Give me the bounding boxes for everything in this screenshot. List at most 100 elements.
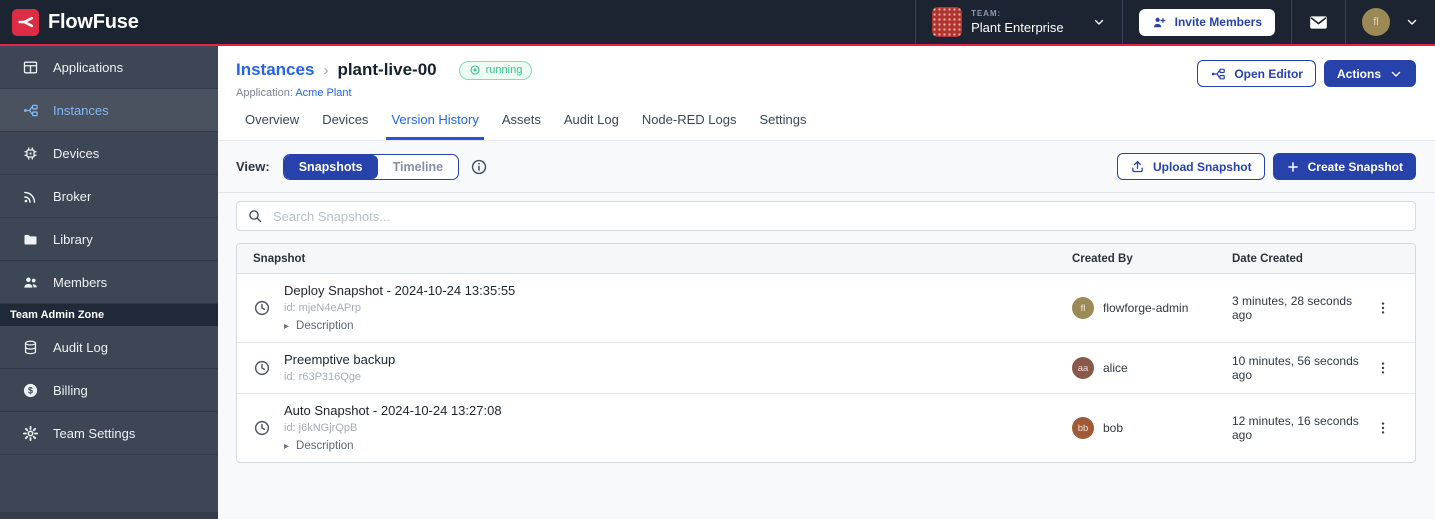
info-icon[interactable] (470, 158, 488, 176)
logo-fork-icon (16, 12, 36, 32)
tab-version-history[interactable]: Version History (386, 112, 483, 140)
view-option-snapshots[interactable]: Snapshots (284, 155, 378, 179)
sidebar-nav: Applications Instances Devices Broker Li… (0, 46, 218, 304)
team-avatar (932, 7, 962, 37)
caret-right-icon: ▸ (284, 440, 289, 453)
creator-name: alice (1103, 361, 1128, 375)
billing-icon: $ (22, 382, 39, 399)
creator-avatar: bb (1072, 417, 1094, 439)
instances-icon (22, 102, 39, 119)
chevron-down-icon (1389, 67, 1403, 81)
tab-audit-log[interactable]: Audit Log (559, 112, 624, 140)
view-option-timeline[interactable]: Timeline (378, 155, 458, 179)
tab-node-red-logs[interactable]: Node-RED Logs (637, 112, 742, 140)
broker-icon (22, 188, 39, 205)
flowfuse-app: FlowFuse TEAM: Plant Enterprise Invite M… (0, 0, 1435, 519)
snapshot-id: id: j6kNGjrQpB (284, 422, 502, 435)
status-badge: running (459, 61, 533, 80)
description-toggle[interactable]: ▸ Description (284, 440, 502, 453)
sidebar-item-members[interactable]: Members (0, 261, 218, 304)
creator-name: bob (1103, 421, 1123, 435)
kebab-menu-icon[interactable] (1375, 420, 1391, 436)
sidebar-item-instances[interactable]: Instances (0, 89, 218, 132)
creator-avatar: aa (1072, 357, 1094, 379)
invite-members-cell: Invite Members (1122, 0, 1291, 44)
page-head: Instances › plant-live-00 running Applic… (218, 46, 1435, 141)
editor-icon (1210, 66, 1226, 82)
creator-name: flowforge-admin (1103, 301, 1188, 315)
application-link[interactable]: Acme Plant (295, 87, 351, 99)
tab-bar: Overview Devices Version History Assets Audi… (218, 112, 1435, 141)
date-created: 10 minutes, 56 seconds ago (1232, 354, 1375, 382)
invite-members-button[interactable]: Invite Members (1139, 9, 1275, 36)
application-line: Application: Acme Plant (236, 87, 532, 99)
sidebar-item-team-settings[interactable]: Team Settings (0, 412, 218, 455)
page-title: plant-live-00 (337, 60, 436, 80)
tab-devices[interactable]: Devices (317, 112, 373, 140)
sidebar-item-applications[interactable]: Applications (0, 46, 218, 89)
snapshot-id: id: r63P316Qge (284, 371, 395, 384)
applications-icon (22, 59, 39, 76)
content-area: Snapshot Created By Date Created Deploy … (218, 193, 1435, 519)
user-menu[interactable]: fl (1345, 0, 1435, 44)
column-created-by: Created By (1072, 253, 1232, 265)
user-avatar: fl (1362, 8, 1390, 36)
date-created: 3 minutes, 28 seconds ago (1232, 294, 1375, 322)
sidebar-item-broker[interactable]: Broker (0, 175, 218, 218)
mail-icon[interactable] (1308, 12, 1329, 33)
table-row-auto-snapshot-2024-10-24-13-27-08: Auto Snapshot - 2024-10-24 13:27:08 id: … (237, 394, 1415, 462)
snapshots-table: Snapshot Created By Date Created Deploy … (236, 243, 1416, 463)
folder-icon (22, 231, 39, 248)
sidebar-filler (0, 455, 218, 512)
snapshot-title: Deploy Snapshot - 2024-10-24 13:35:55 (284, 283, 515, 299)
top-header: FlowFuse TEAM: Plant Enterprise Invite M… (0, 0, 1435, 46)
view-label: View: (236, 159, 270, 174)
sidebar-item-library[interactable]: Library (0, 218, 218, 261)
running-icon (469, 64, 481, 76)
logo-text: FlowFuse (48, 11, 139, 34)
tab-settings[interactable]: Settings (754, 112, 811, 140)
flowfuse-logo[interactable]: FlowFuse (0, 0, 139, 44)
sidebar-item-billing[interactable]: $ Billing (0, 369, 218, 412)
chip-icon (22, 145, 39, 162)
sidebar-bottom-strip (0, 512, 218, 519)
breadcrumb: Instances › plant-live-00 running (236, 60, 532, 80)
team-name: Plant Enterprise (971, 20, 1064, 35)
team-selector[interactable]: TEAM: Plant Enterprise (915, 0, 1122, 44)
notifications-cell (1291, 0, 1345, 44)
database-icon (22, 339, 39, 356)
view-toggle: SnapshotsTimeline (283, 154, 459, 180)
description-toggle[interactable]: ▸ Description (284, 320, 515, 333)
create-snapshot-button[interactable]: Create Snapshot (1273, 153, 1416, 180)
actions-button[interactable]: Actions (1324, 60, 1416, 87)
caret-right-icon: ▸ (284, 320, 289, 333)
kebab-menu-icon[interactable] (1375, 360, 1391, 376)
plus-icon (1286, 160, 1300, 174)
open-editor-button[interactable]: Open Editor (1197, 60, 1316, 87)
upload-snapshot-button[interactable]: Upload Snapshot (1117, 153, 1265, 180)
tab-overview[interactable]: Overview (240, 112, 304, 140)
column-snapshot: Snapshot (253, 253, 1072, 265)
breadcrumb-instances-link[interactable]: Instances (236, 60, 314, 80)
search-icon (247, 208, 263, 224)
breadcrumb-separator: › (323, 62, 328, 79)
sidebar-item-devices[interactable]: Devices (0, 132, 218, 175)
members-icon (22, 274, 39, 291)
date-created: 12 minutes, 16 seconds ago (1232, 414, 1375, 442)
team-admin-zone-label: Team Admin Zone (0, 304, 218, 326)
clock-icon (253, 299, 271, 317)
chevron-down-icon (1405, 15, 1419, 29)
gear-icon (22, 425, 39, 442)
search-bar (236, 201, 1416, 231)
team-label: TEAM: (971, 9, 1064, 18)
upload-icon (1130, 159, 1145, 174)
creator-avatar: fl (1072, 297, 1094, 319)
sidebar-item-audit-log[interactable]: Audit Log (0, 326, 218, 369)
main-panel: Instances › plant-live-00 running Applic… (218, 46, 1435, 519)
search-input[interactable] (273, 209, 1405, 224)
clock-icon (253, 359, 271, 377)
chevron-down-icon (1092, 15, 1106, 29)
kebab-menu-icon[interactable] (1375, 300, 1391, 316)
snapshot-title: Auto Snapshot - 2024-10-24 13:27:08 (284, 403, 502, 419)
tab-assets[interactable]: Assets (497, 112, 546, 140)
